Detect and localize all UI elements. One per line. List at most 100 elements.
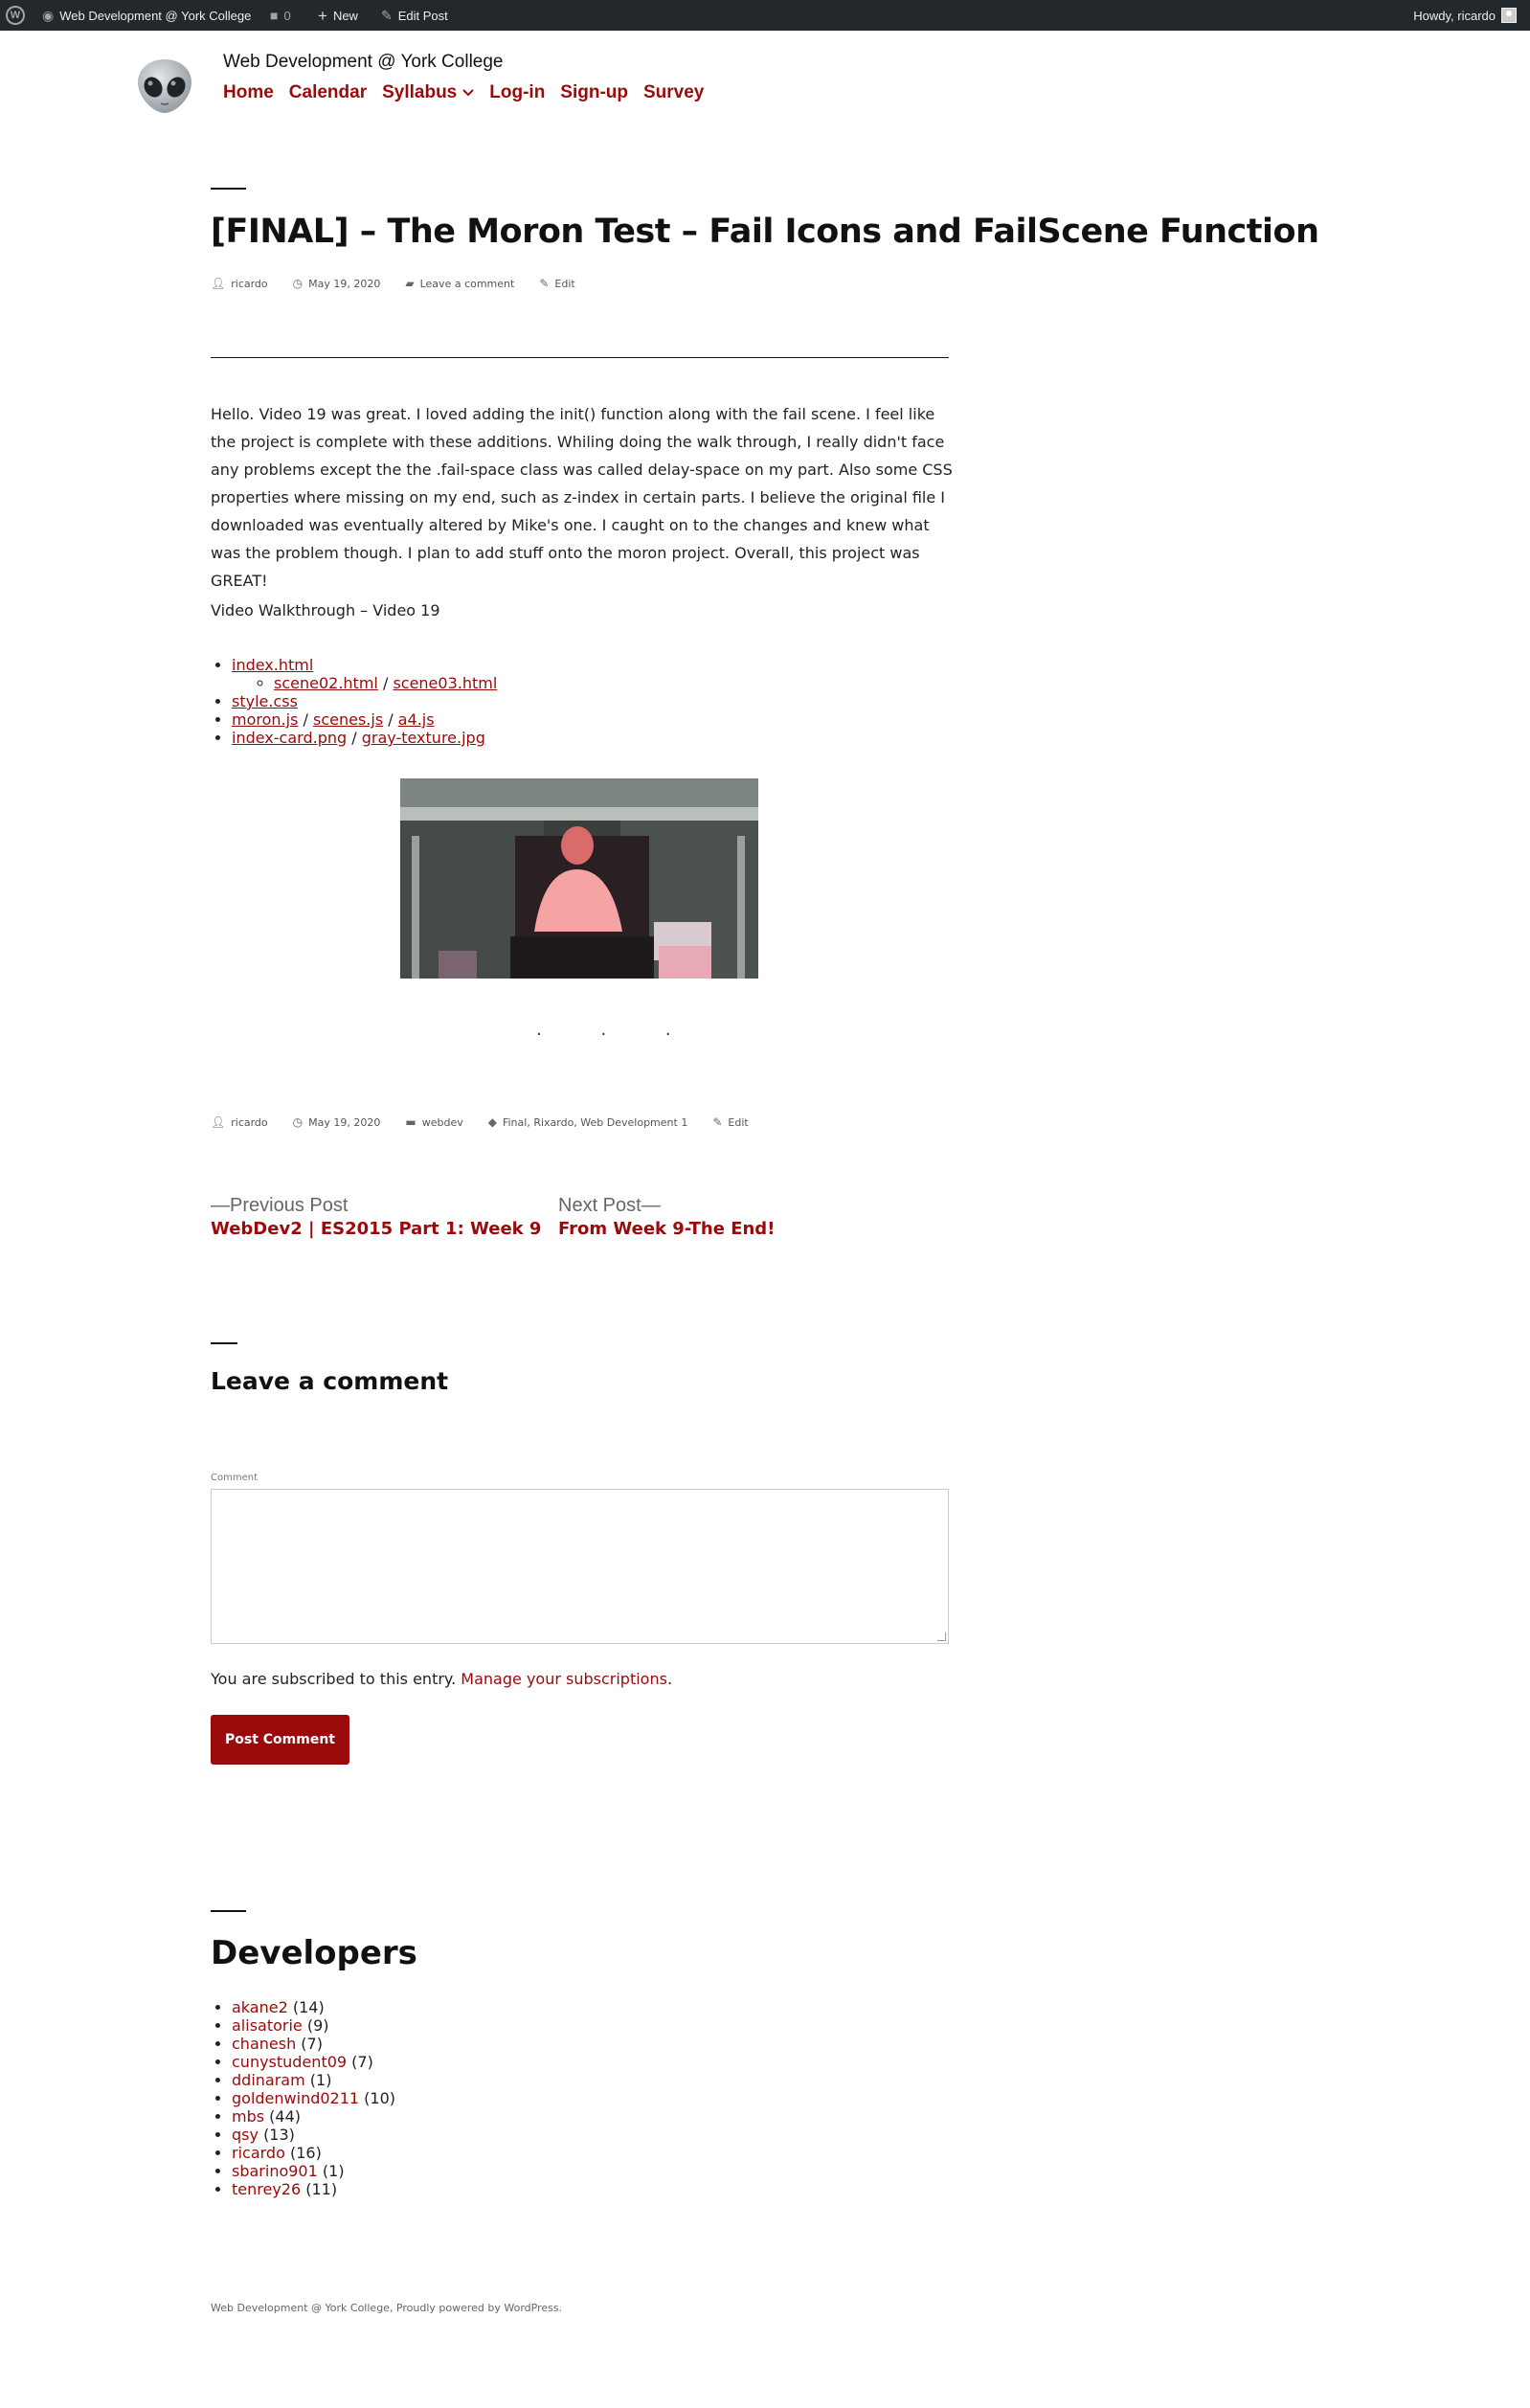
developers-heading: Developers	[211, 1934, 417, 1972]
author-link[interactable]: ricardo	[231, 278, 267, 290]
leave-comment-link[interactable]: Leave a comment	[420, 278, 515, 290]
scene02-link[interactable]: scene02.html	[274, 674, 378, 692]
index-card-link[interactable]: index-card.png	[232, 729, 347, 747]
date-link[interactable]: May 19, 2020	[308, 278, 380, 290]
developer-link[interactable]: ddinaram	[232, 2071, 305, 2089]
user-account-menu[interactable]: Howdy, ricardo	[1413, 0, 1517, 31]
developer-item: sbarino901 (1)	[232, 2162, 395, 2180]
author-link[interactable]: ricardo	[231, 1116, 267, 1129]
edit-link[interactable]: Edit	[554, 278, 574, 290]
meta-tags[interactable]: ◆ Final, Rixardo, Web Development 1	[488, 1115, 688, 1129]
previous-post-label: —Previous Post	[211, 1195, 349, 1216]
developer-item: chanesh (7)	[232, 2035, 395, 2053]
scene03-link[interactable]: scene03.html	[393, 674, 497, 692]
nav-home[interactable]: Home	[223, 82, 274, 103]
developer-count: (14)	[292, 1998, 325, 2016]
list-item: index.html scene02.html / scene03.html	[232, 656, 497, 692]
nav-calendar[interactable]: Calendar	[289, 82, 367, 103]
developer-link[interactable]: cunystudent09	[232, 2053, 347, 2071]
pencil-icon: ✎	[381, 8, 393, 23]
a4-link[interactable]: a4.js	[398, 710, 435, 729]
list-item: moron.js / scenes.js / a4.js	[232, 710, 497, 729]
developer-item: ddinaram (1)	[232, 2071, 395, 2089]
previous-post-link[interactable]: —Previous Post WebDev2 | ES2015 Part 1: …	[211, 1195, 541, 1239]
nav-survey[interactable]: Survey	[643, 82, 704, 103]
comment-divider	[211, 1342, 237, 1344]
next-post-link[interactable]: Next Post— From Week 9-The End!	[558, 1195, 775, 1239]
folder-icon: ▬	[405, 1115, 416, 1129]
developer-count: (1)	[322, 2162, 345, 2180]
developer-link[interactable]: chanesh	[232, 2035, 296, 2053]
post-body: Hello. Video 19 was great. I loved addin…	[211, 405, 953, 590]
developer-item: tenrey26 (11)	[232, 2180, 395, 2198]
index-link[interactable]: index.html	[232, 656, 313, 674]
comment-textarea[interactable]	[211, 1489, 949, 1644]
next-post-label: Next Post—	[558, 1195, 661, 1216]
previous-post-title[interactable]: WebDev2 | ES2015 Part 1: Week 9	[211, 1219, 541, 1239]
comment-icon: ▰	[405, 277, 415, 290]
howdy-label: Howdy, ricardo	[1413, 8, 1496, 23]
moron-link[interactable]: moron.js	[232, 710, 298, 729]
scenes-link[interactable]: scenes.js	[313, 710, 383, 729]
meta-edit[interactable]: ✎ Edit	[539, 277, 574, 290]
person-icon: 👤︎	[211, 277, 226, 290]
developer-count: (9)	[306, 2016, 329, 2035]
meta-author[interactable]: 👤︎ ricardo	[211, 277, 268, 290]
new-label: New	[332, 8, 358, 23]
edit-link[interactable]: Edit	[728, 1116, 748, 1129]
developer-link[interactable]: sbarino901	[232, 2162, 318, 2180]
wordpress-logo-button[interactable]: W	[6, 0, 25, 31]
developer-link[interactable]: tenrey26	[232, 2180, 301, 2198]
category-link[interactable]: webdev	[422, 1116, 463, 1129]
meta-author[interactable]: 👤︎ ricardo	[211, 1115, 268, 1129]
style-link[interactable]: style.css	[232, 692, 298, 710]
developer-link[interactable]: mbs	[232, 2107, 264, 2126]
gray-texture-link[interactable]: gray-texture.jpg	[362, 729, 485, 747]
main-navigation: Home Calendar Syllabus Log-in Sign-up Su…	[223, 82, 704, 103]
developer-item: qsy (13)	[232, 2126, 395, 2144]
walkthrough-text: Video Walkthrough – Video 19	[211, 601, 440, 619]
developer-link[interactable]: ricardo	[232, 2144, 285, 2162]
tags-links[interactable]: Final, Rixardo, Web Development 1	[503, 1116, 687, 1129]
developer-count: (44)	[269, 2107, 302, 2126]
section-dots: · · ·	[536, 1024, 698, 1045]
site-name-link[interactable]: ◉ Web Development @ York College	[42, 0, 251, 31]
edit-post-label: Edit Post	[397, 8, 448, 23]
comment-label: Comment	[211, 1473, 258, 1483]
wordpress-icon: W	[6, 6, 25, 25]
list-item: index-card.png / gray-texture.jpg	[232, 729, 497, 747]
developer-item: ricardo (16)	[232, 2144, 395, 2162]
developer-count: (7)	[351, 2053, 373, 2071]
next-post-title[interactable]: From Week 9-The End!	[558, 1219, 775, 1239]
edit-post-link[interactable]: ✎ Edit Post	[381, 0, 448, 31]
post-comment-button[interactable]: Post Comment	[211, 1715, 349, 1765]
developer-count: (16)	[289, 2144, 322, 2162]
nav-signup[interactable]: Sign-up	[560, 82, 628, 103]
meta-edit[interactable]: ✎ Edit	[712, 1115, 748, 1129]
meta-date[interactable]: ◷ May 19, 2020	[293, 277, 381, 290]
alien-logo-icon[interactable]	[134, 56, 195, 117]
developers-list: akane2 (14)alisatorie (9)chanesh (7)cuny…	[211, 1998, 395, 2198]
nav-login[interactable]: Log-in	[489, 82, 545, 103]
meta-category[interactable]: ▬ webdev	[405, 1115, 462, 1129]
developer-link[interactable]: akane2	[232, 1998, 288, 2016]
chevron-down-icon	[462, 89, 474, 97]
developer-link[interactable]: goldenwind0211	[232, 2089, 359, 2107]
site-title[interactable]: Web Development @ York College	[223, 52, 504, 73]
developer-link[interactable]: qsy	[232, 2126, 259, 2144]
content-separator	[211, 357, 949, 358]
meta-date[interactable]: ◷ May 19, 2020	[293, 1115, 381, 1129]
period: .	[666, 1670, 673, 1688]
developer-item: mbs (44)	[232, 2107, 395, 2126]
video-thumbnail[interactable]	[400, 778, 758, 979]
new-content-link[interactable]: + New	[318, 0, 358, 31]
nav-syllabus[interactable]: Syllabus	[382, 82, 474, 103]
avatar	[1501, 8, 1517, 23]
developer-link[interactable]: alisatorie	[232, 2016, 303, 2035]
comments-link[interactable]: ■ 0	[270, 0, 291, 31]
meta-comment[interactable]: ▰ Leave a comment	[405, 277, 514, 290]
manage-subscriptions-link[interactable]: Manage your subscriptions	[461, 1670, 667, 1688]
tag-icon: ◆	[487, 1115, 497, 1129]
clock-icon: ◷	[292, 1115, 304, 1129]
date-link[interactable]: May 19, 2020	[308, 1116, 380, 1129]
